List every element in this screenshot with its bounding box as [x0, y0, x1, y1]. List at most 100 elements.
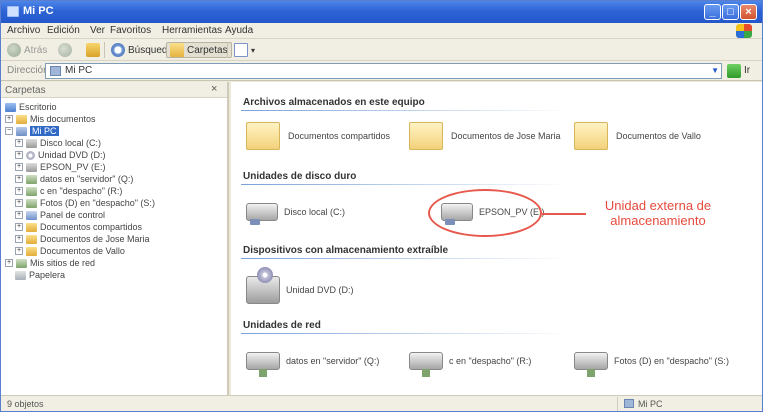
folder-icon: [16, 114, 27, 124]
computer-icon: [7, 6, 19, 17]
tree-item-panel-de-control[interactable]: + Panel de control: [15, 209, 105, 221]
go-arrow-icon[interactable]: [727, 64, 741, 78]
tree-item-papelera[interactable]: Papelera: [15, 269, 65, 281]
section-header-stored: Archivos almacenados en este equipo: [243, 97, 425, 108]
status-divider: [617, 397, 618, 411]
item-documentos-vallo[interactable]: Documentos de Vallo: [574, 122, 701, 150]
tree-item-label: Disco local (C:): [40, 138, 102, 148]
expand-icon[interactable]: +: [15, 223, 23, 231]
forward-button[interactable]: [58, 42, 75, 58]
minimize-button[interactable]: _: [704, 4, 721, 20]
tree-item-label: Papelera: [29, 270, 66, 280]
item-datos-servidor[interactable]: datos en "servidor" (Q:): [246, 352, 379, 377]
toolbar: Atrás Búsqueda Carpetas ▾: [1, 39, 762, 61]
toolbar-separator: [227, 42, 228, 58]
computer-icon: [16, 126, 27, 136]
folder-icon: [26, 234, 37, 244]
up-button[interactable]: [86, 42, 103, 58]
tree-item-datos-servidor[interactable]: + datos en "servidor" (Q:): [15, 173, 133, 185]
close-icon[interactable]: ×: [211, 83, 217, 95]
tree-item-label: Documentos de Vallo: [40, 246, 125, 256]
expand-icon[interactable]: +: [5, 115, 13, 123]
address-value: Mi PC: [65, 65, 93, 76]
toolbar-separator: [104, 42, 105, 58]
tree-item-disco-local[interactable]: + Disco local (C:): [15, 137, 101, 149]
section-header-network: Unidades de red: [243, 320, 321, 331]
item-fotos-despacho[interactable]: Fotos (D) en "despacho" (S:): [574, 352, 729, 377]
title-bar[interactable]: Mi PC _ □ ×: [1, 1, 762, 23]
search-button[interactable]: Búsqueda: [111, 42, 173, 58]
address-bar: Dirección Mi PC ▼ Ir: [1, 61, 762, 81]
tree-item-label: Documentos de Jose Maria: [40, 234, 150, 244]
menu-ayuda[interactable]: Ayuda: [225, 25, 253, 36]
control-panel-icon: [26, 210, 37, 220]
folder-icon: [26, 246, 37, 256]
item-c-despacho[interactable]: c en "despacho" (R:): [409, 352, 531, 377]
tree-item-mis-documentos[interactable]: + Mis documentos: [5, 113, 96, 125]
tree-item-documentos-jose-maria[interactable]: + Documentos de Jose Maria: [15, 233, 150, 245]
network-drive-icon: [246, 352, 280, 377]
close-button[interactable]: ×: [740, 4, 757, 20]
annotation-arrow: [542, 213, 586, 215]
section-divider: [241, 110, 571, 111]
item-label: Unidad DVD (D:): [286, 285, 354, 295]
tree-item-label: Mis sitios de red: [30, 258, 96, 268]
go-label[interactable]: Ir: [744, 65, 750, 76]
chevron-down-icon[interactable]: ▼: [711, 66, 719, 75]
tree-item-mis-sitios-de-red[interactable]: + Mis sitios de red: [5, 257, 95, 269]
dvd-drive-icon: [246, 267, 280, 304]
item-disco-local[interactable]: Disco local (C:): [246, 203, 345, 225]
expand-icon[interactable]: +: [15, 139, 23, 147]
tree-item-escritorio[interactable]: Escritorio: [5, 101, 57, 113]
address-label: Dirección: [7, 65, 49, 76]
expand-icon[interactable]: +: [15, 151, 23, 159]
expand-icon[interactable]: +: [5, 259, 13, 267]
menu-herramientas[interactable]: Herramientas: [162, 25, 222, 36]
back-label: Atrás: [24, 44, 48, 56]
computer-icon: [50, 66, 61, 76]
tree-item-epson[interactable]: + EPSON_PV (E:): [15, 161, 106, 173]
tree-item-label: Unidad DVD (D:): [38, 150, 106, 160]
expand-icon[interactable]: +: [15, 175, 23, 183]
item-documentos-jose-maria[interactable]: Documentos de Jose Maria: [409, 122, 561, 150]
views-button[interactable]: ▾: [234, 42, 255, 58]
maximize-button[interactable]: □: [722, 4, 739, 20]
content-pane: Archivos almacenados en este equipo Docu…: [231, 82, 762, 395]
folder-icon: [26, 222, 37, 232]
tree-item-label: Documentos compartidos: [40, 222, 143, 232]
tree-item-fotos-despacho[interactable]: + Fotos (D) en "despacho" (S:): [15, 197, 155, 209]
expand-icon[interactable]: +: [15, 163, 23, 171]
tree-item-unidad-dvd[interactable]: + Unidad DVD (D:): [15, 149, 106, 161]
menu-ver[interactable]: Ver: [90, 25, 105, 36]
tree-item-documentos-compartidos[interactable]: + Documentos compartidos: [15, 221, 142, 233]
status-location: Mi PC: [638, 399, 663, 409]
menu-archivo[interactable]: Archivo: [7, 25, 40, 36]
collapse-icon[interactable]: −: [5, 127, 13, 135]
tree-item-label: Panel de control: [40, 210, 106, 220]
item-unidad-dvd[interactable]: Unidad DVD (D:): [246, 267, 354, 304]
expand-icon[interactable]: +: [15, 247, 23, 255]
folder-icon: [409, 122, 443, 150]
hard-drive-icon: [26, 138, 37, 148]
tree-item-label: c en "despacho" (R:): [40, 186, 123, 196]
views-dropdown-icon: ▾: [251, 45, 256, 55]
hard-drive-icon: [246, 203, 278, 225]
item-documentos-compartidos[interactable]: Documentos compartidos: [246, 122, 390, 150]
desktop-icon: [5, 102, 16, 112]
expand-icon[interactable]: +: [15, 199, 23, 207]
menu-edicion[interactable]: Edición: [47, 25, 80, 36]
tree-item-c-despacho[interactable]: + c en "despacho" (R:): [15, 185, 122, 197]
menu-favoritos[interactable]: Favoritos: [110, 25, 151, 36]
tree-item-mi-pc[interactable]: − Mi PC: [5, 125, 59, 137]
address-input[interactable]: Mi PC ▼: [45, 63, 722, 79]
item-label: Fotos (D) en "despacho" (S:): [614, 356, 729, 366]
back-button[interactable]: Atrás: [7, 42, 47, 58]
expand-icon[interactable]: +: [15, 211, 23, 219]
expand-icon[interactable]: +: [15, 235, 23, 243]
annotation-label: Unidad externa de almacenamiento: [604, 198, 712, 228]
tree-item-label: EPSON_PV (E:): [40, 162, 106, 172]
tree-item-documentos-vallo[interactable]: + Documentos de Vallo: [15, 245, 125, 257]
folders-button[interactable]: Carpetas: [166, 42, 232, 58]
expand-icon[interactable]: +: [15, 187, 23, 195]
search-icon: [111, 43, 125, 57]
